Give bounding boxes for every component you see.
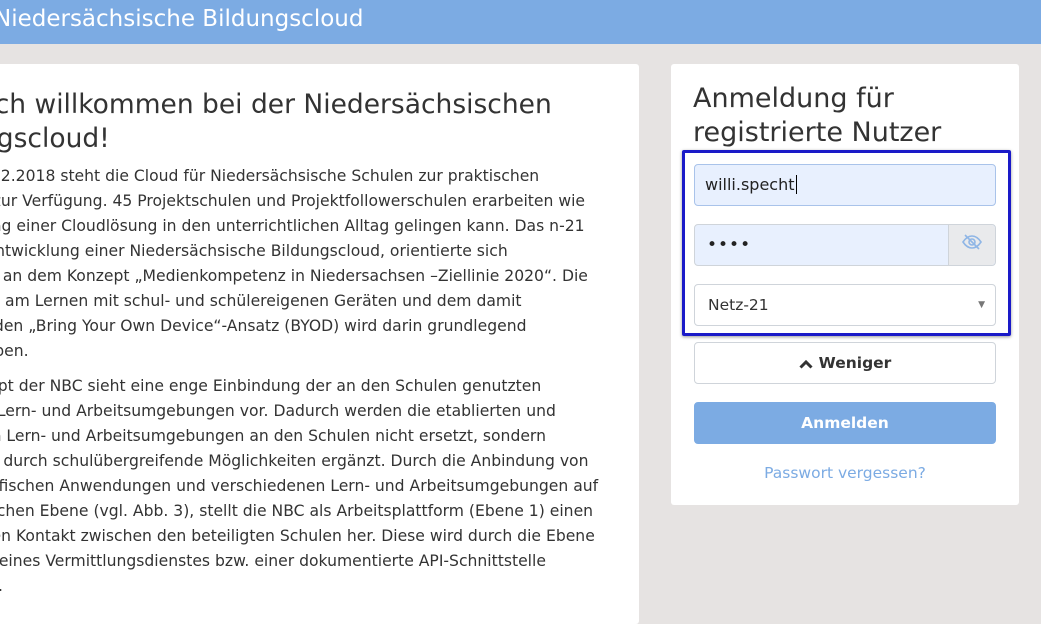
chevron-up-icon [799, 344, 813, 384]
top-navbar: Niedersächsische Bildungscloud [0, 0, 1041, 44]
paragraph-line: rung am Lernen mit schul- und schülereig… [0, 292, 522, 310]
caret-down-icon: ▼ [978, 300, 985, 310]
login-submit-button[interactable]: Anmelden [694, 402, 996, 444]
eye-slash-icon [962, 225, 982, 265]
text-caret [795, 175, 797, 194]
intro-paragraph: 20.2.2018 steht die Cloud für Niedersäch… [0, 164, 588, 364]
welcome-headline: lich willkommen bei der Niedersächsische… [0, 88, 582, 156]
login-title-line-1: Anmeldung für [693, 83, 894, 114]
paragraph-line: n eines Vermittlungsdienstes bzw. einer … [0, 552, 546, 570]
login-card: Anmeldung für registrierte Nutzer willi.… [671, 64, 1019, 505]
login-title: Anmeldung für registrierte Nutzer [693, 82, 1013, 150]
paragraph-line: chenden „Bring Your Own Device“-Ansatz (… [0, 317, 527, 335]
less-options-label: Weniger [818, 354, 892, 372]
password-value: •••• [707, 235, 752, 255]
paragraph-line: zifischen Anwendungen und verschiedenen … [0, 477, 599, 495]
welcome-headline-line-2: ngscloud! [0, 123, 110, 154]
forgot-password-link[interactable]: Passwort vergessen? [694, 464, 996, 482]
paragraph-line: baren Kontakt zwischen den beteiligten S… [0, 527, 595, 545]
paragraph-line: lischen Ebene (vgl. Abb. 3), stellt die … [0, 502, 594, 520]
paragraph-line: 20.2.2018 steht die Cloud für Niedersäch… [0, 167, 540, 185]
welcome-headline-line-1: lich willkommen bei der Niedersächsische… [0, 89, 552, 120]
paragraph-line: ng zur Verfügung. 45 Projektschulen und … [0, 192, 586, 210]
brand-title[interactable]: Niedersächsische Bildungscloud [0, 6, 363, 32]
paragraph-line: zept der NBC sieht eine enge Einbindung … [0, 377, 542, 395]
login-title-line-2: registrierte Nutzer [693, 117, 942, 148]
paragraph-line: n Lern- und Arbeitsumgebungen vor. Dadur… [0, 402, 556, 420]
school-select-value: Netz-21 [708, 296, 769, 314]
paragraph-line: ht. [0, 574, 598, 599]
username-input[interactable]: willi.specht [694, 164, 996, 206]
password-visibility-toggle[interactable] [948, 225, 995, 265]
concept-paragraph: zept der NBC sieht eine enge Einbindung … [0, 374, 598, 599]
password-input[interactable]: •••• [694, 224, 996, 266]
username-value: willi.specht [705, 175, 795, 194]
school-select[interactable]: Netz-21 ▼ [694, 284, 996, 326]
paragraph-line: hrieben. [0, 342, 29, 360]
paragraph-line: en Lern- und Arbeitsumgebungen an den Sc… [0, 427, 546, 445]
paragraph-line: ur Entwicklung einer Niedersächsische Bi… [0, 242, 508, 260]
welcome-card: lich willkommen bei der Niedersächsische… [0, 64, 639, 624]
paragraph-line: ndung einer Cloudlösung in den unterrich… [0, 217, 585, 235]
less-options-button[interactable]: Weniger [694, 342, 996, 384]
paragraph-line: bar an dem Konzept „Medienkompetenz in N… [0, 267, 588, 285]
paragraph-line: r durch schulübergreifende Möglichkeiten… [0, 452, 589, 470]
